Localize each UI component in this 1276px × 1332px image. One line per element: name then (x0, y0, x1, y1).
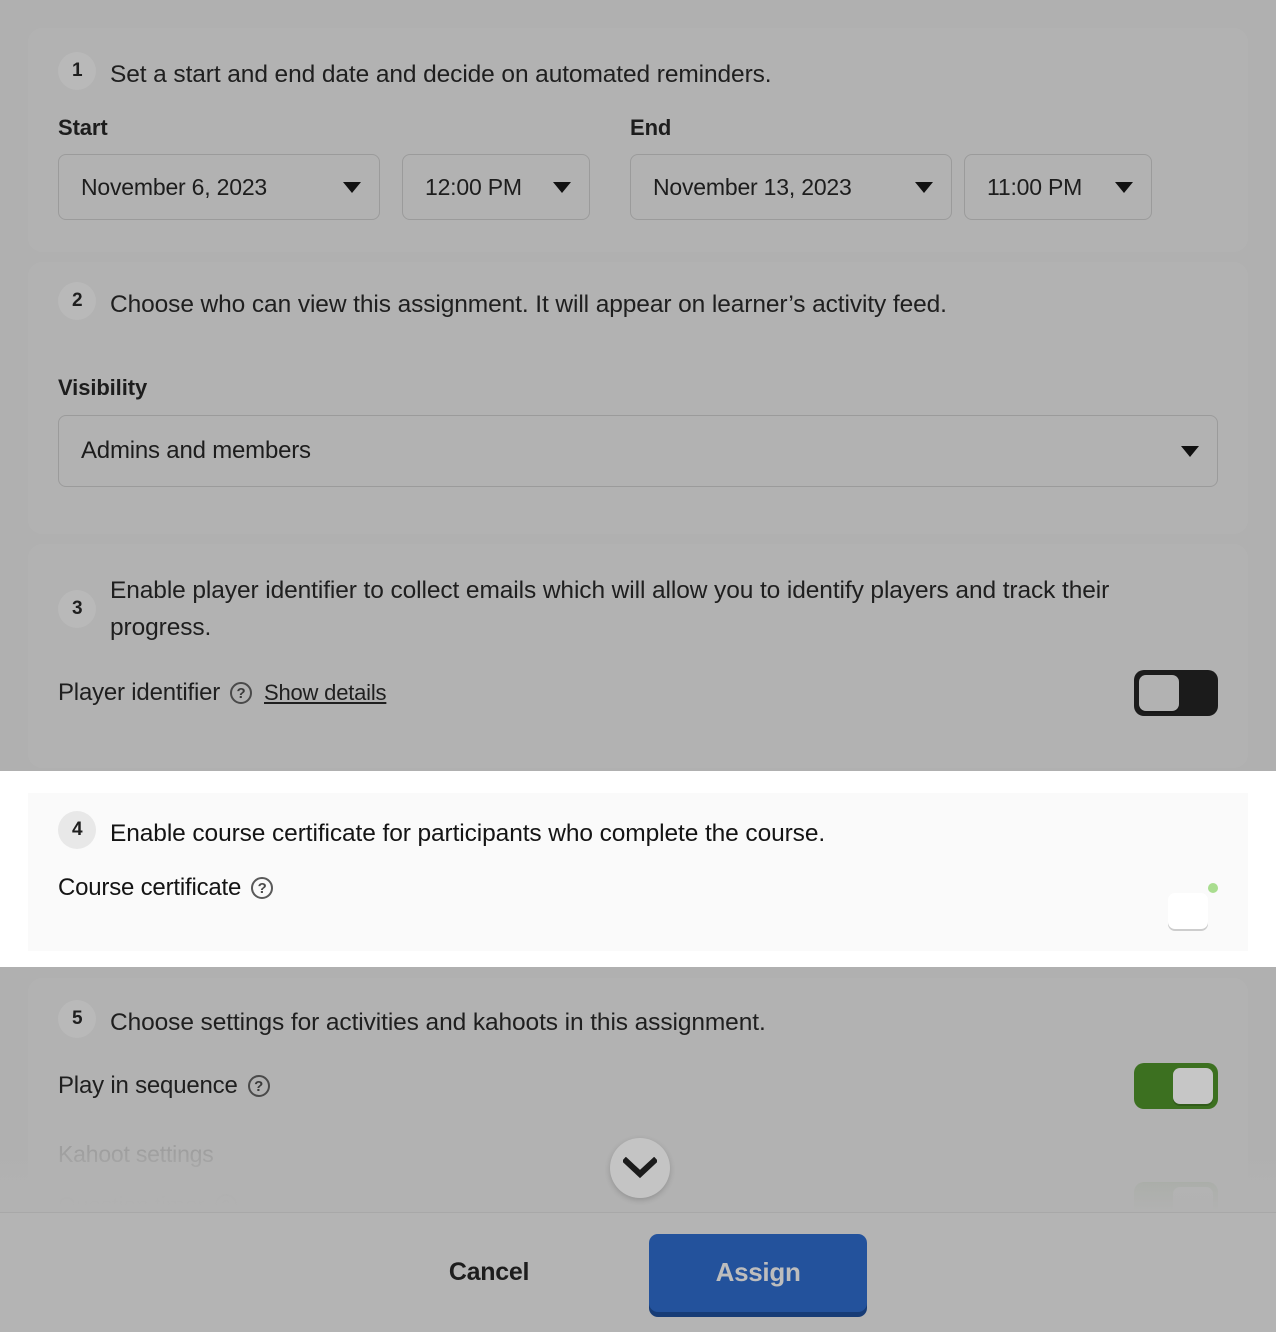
help-icon[interactable]: ? (230, 682, 253, 705)
toggle-knob (1139, 675, 1179, 712)
step-3-header: 3 Enable player identifier to collect em… (28, 544, 1248, 646)
chevron-down-icon (1115, 181, 1133, 193)
start-date-value: November 6, 2023 (81, 173, 268, 200)
scroll-down-button[interactable] (610, 1138, 670, 1198)
chevron-down-icon (553, 181, 571, 193)
player-identifier-row: Player identifier ? Show details (28, 646, 1248, 717)
assign-button[interactable]: Assign (649, 1233, 868, 1312)
step-4-section-highlighted: 4 Enable course certificate for particip… (28, 771, 1248, 967)
chevron-down-icon (1181, 445, 1199, 457)
play-in-sequence-label: Play in sequence (58, 1072, 238, 1100)
start-time-value: 12:00 PM (425, 173, 522, 200)
play-in-sequence-row: Play in sequence ? (28, 1041, 1248, 1110)
visibility-label: Visibility (58, 375, 148, 401)
end-time-select[interactable]: 11:00 PM (964, 154, 1152, 221)
step-4-badge: 4 (58, 811, 96, 849)
step-2-section: 2 Choose who can view this assignment. I… (28, 262, 1248, 534)
step-3-text: Enable player identifier to collect emai… (110, 577, 1110, 642)
assignment-settings-modal: 1 Set a start and end date and decide on… (0, 0, 1276, 1332)
end-label: End (630, 115, 672, 141)
step-1-section: 1 Set a start and end date and decide on… (28, 28, 1248, 252)
help-icon[interactable]: ? (247, 1075, 270, 1098)
player-identifier-label-group: Player identifier ? Show details (58, 679, 387, 707)
chevron-down-icon (915, 181, 933, 193)
end-date-select[interactable]: November 13, 2023 (630, 154, 952, 221)
player-identifier-toggle[interactable] (1134, 670, 1218, 717)
start-label: Start (58, 115, 108, 141)
step-2-header: 2 Choose who can view this assignment. I… (28, 262, 1248, 323)
step-1-text: Set a start and end date and decide on a… (110, 61, 772, 88)
visibility-group: Visibility Admins and members (28, 323, 1248, 488)
show-details-link[interactable]: Show details (264, 680, 387, 706)
highlight-bleed-right (1248, 771, 1276, 967)
modal-body: 1 Set a start and end date and decide on… (0, 0, 1276, 1212)
step-1-badge: 1 (58, 52, 96, 90)
course-certificate-label-group: Course certificate ? (58, 874, 274, 902)
play-in-sequence-toggle[interactable] (1134, 1063, 1218, 1110)
start-time-select[interactable]: 12:00 PM (402, 154, 590, 221)
chevron-down-icon (623, 1157, 657, 1179)
player-identifier-label: Player identifier (58, 679, 221, 707)
date-time-row: Start November 6, 2023 12:00 PM End Nove… (28, 93, 1248, 221)
start-date-select[interactable]: November 6, 2023 (58, 154, 380, 221)
step-2-badge: 2 (58, 282, 96, 320)
step-3-section: 3 Enable player identifier to collect em… (28, 544, 1248, 768)
play-in-sequence-label-group: Play in sequence ? (58, 1072, 270, 1100)
chevron-down-icon (343, 181, 361, 193)
step-4-text: Enable course certificate for participan… (110, 820, 826, 847)
end-group: End November 13, 2023 11:00 PM (630, 115, 1178, 221)
course-certificate-label: Course certificate (58, 874, 242, 902)
modal-footer: Cancel Assign (0, 1212, 1276, 1332)
visibility-select[interactable]: Admins and members (58, 415, 1218, 488)
visibility-value: Admins and members (81, 437, 311, 465)
highlight-bleed-left (0, 771, 28, 967)
cancel-button[interactable]: Cancel (409, 1242, 569, 1303)
step-5-text: Choose settings for activities and kahoo… (110, 1009, 766, 1036)
toggle-knob (1173, 1068, 1213, 1105)
step-5-badge: 5 (58, 1000, 96, 1038)
step-4-header: 4 Enable course certificate for particip… (58, 811, 1218, 852)
end-time-value: 11:00 PM (987, 173, 1083, 200)
help-icon[interactable]: ? (251, 877, 274, 900)
step-2-text: Choose who can view this assignment. It … (110, 291, 947, 318)
step-1-header: 1 Set a start and end date and decide on… (28, 28, 1248, 93)
end-date-value: November 13, 2023 (653, 173, 852, 200)
course-certificate-toggle-focus-ring (1168, 883, 1218, 930)
step-5-header: 5 Choose settings for activities and kah… (28, 978, 1248, 1041)
course-certificate-row: Course certificate ? (58, 852, 1218, 930)
toggle-knob (1168, 893, 1208, 930)
step-3-badge: 3 (58, 590, 96, 628)
start-group: Start November 6, 2023 12:00 PM (58, 115, 606, 221)
